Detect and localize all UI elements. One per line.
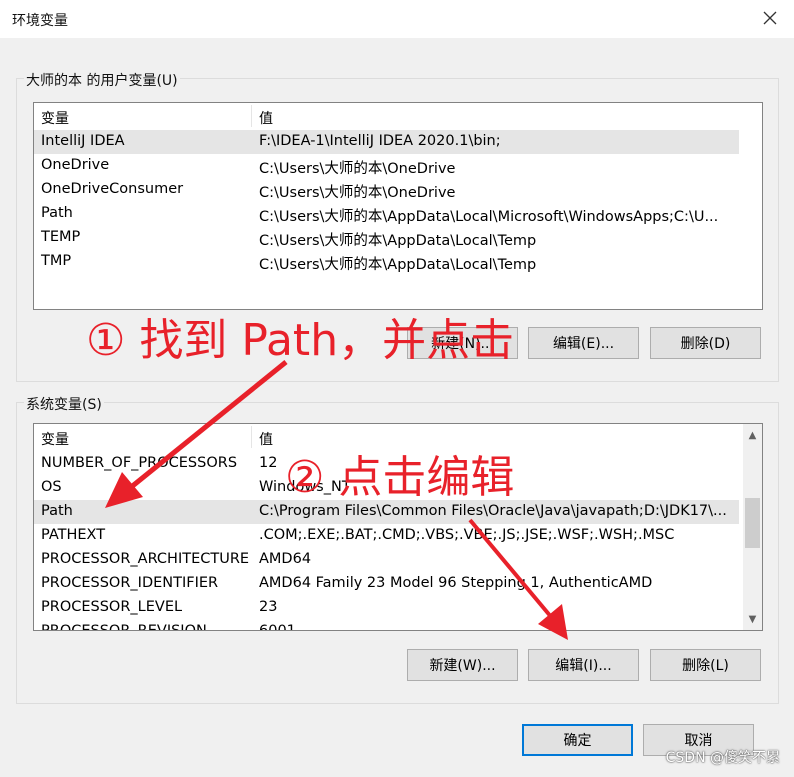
var-name: PROCESSOR_REVISION — [41, 623, 207, 631]
list-item[interactable]: PROCESSOR_IDENTIFIER AMD64 Family 23 Mod… — [34, 572, 762, 596]
var-name: Path — [41, 503, 73, 519]
system-edit-button[interactable]: 编辑(I)... — [528, 649, 639, 681]
scroll-up-icon[interactable]: ▲ — [743, 426, 762, 444]
annotation-step2: ② 点击编辑 — [285, 452, 515, 503]
vertical-scrollbar[interactable]: ▲ ▼ — [743, 424, 762, 630]
title-bar: 环境变量 — [0, 0, 794, 38]
var-value: C:\Users\大师的本\OneDrive — [259, 185, 456, 201]
var-value: .COM;.EXE;.BAT;.CMD;.VBS;.VBE;.JS;.JSE;.… — [259, 527, 675, 543]
var-name: OneDrive — [41, 157, 110, 173]
scroll-down-icon[interactable]: ▼ — [743, 610, 762, 628]
var-value: F:\IDEA-1\IntelliJ IDEA 2020.1\bin; — [259, 133, 501, 149]
var-name: PROCESSOR_IDENTIFIER — [41, 575, 219, 591]
col-header-variable[interactable]: 变量 — [41, 108, 69, 128]
var-name: PROCESSOR_ARCHITECTURE — [41, 551, 250, 567]
list-item[interactable]: Path C:\Users\大师的本\AppData\Local\Microso… — [34, 202, 762, 226]
var-value: C:\Users\大师的本\AppData\Local\Microsoft\Wi… — [259, 209, 719, 225]
col-header-value[interactable]: 值 — [259, 429, 273, 449]
list-item[interactable]: IntelliJ IDEA F:\IDEA-1\IntelliJ IDEA 20… — [34, 130, 739, 154]
user-edit-button[interactable]: 编辑(E)... — [528, 327, 639, 359]
var-name: PROCESSOR_LEVEL — [41, 599, 183, 615]
list-item[interactable]: PROCESSOR_REVISION 6001 — [34, 620, 762, 631]
list-item[interactable]: PATHEXT .COM;.EXE;.BAT;.CMD;.VBS;.VBE;.J… — [34, 524, 762, 548]
var-name: Path — [41, 205, 73, 221]
list-item[interactable]: OneDrive C:\Users\大师的本\OneDrive — [34, 154, 762, 178]
var-value: 12 — [259, 455, 278, 471]
var-value: AMD64 — [259, 551, 312, 567]
var-name: TEMP — [41, 229, 81, 245]
list-item[interactable]: PROCESSOR_LEVEL 23 — [34, 596, 762, 620]
var-name: NUMBER_OF_PROCESSORS — [41, 455, 238, 471]
list-item[interactable]: TMP C:\Users\大师的本\AppData\Local\Temp — [34, 250, 762, 274]
list-item[interactable]: OneDriveConsumer C:\Users\大师的本\OneDrive — [34, 178, 762, 202]
system-vars-label: 系统变量(S) — [24, 394, 104, 414]
window-title: 环境变量 — [12, 13, 68, 29]
user-vars-label: 大师的本 的用户变量(U) — [24, 70, 180, 90]
var-name: IntelliJ IDEA — [41, 133, 125, 149]
col-header-value[interactable]: 值 — [259, 108, 273, 128]
scroll-thumb[interactable] — [745, 498, 760, 548]
system-delete-button[interactable]: 删除(L) — [650, 649, 761, 681]
user-vars-list[interactable]: 变量 值 IntelliJ IDEA F:\IDEA-1\IntelliJ ID… — [33, 102, 763, 310]
var-name: TMP — [41, 253, 72, 269]
ok-button[interactable]: 确定 — [522, 724, 633, 756]
list-item[interactable]: TEMP C:\Users\大师的本\AppData\Local\Temp — [34, 226, 762, 250]
annotation-step1: ① 找到 Path，并点击 — [86, 315, 515, 366]
var-name: OS — [41, 479, 62, 495]
list-header: 变量 值 — [34, 103, 762, 127]
close-icon[interactable] — [760, 8, 780, 28]
var-value: C:\Users\大师的本\AppData\Local\Temp — [259, 257, 537, 273]
var-name: PATHEXT — [41, 527, 106, 543]
system-new-button[interactable]: 新建(W)... — [407, 649, 518, 681]
var-value: C:\Users\大师的本\AppData\Local\Temp — [259, 233, 537, 249]
var-value: AMD64 Family 23 Model 96 Stepping 1, Aut… — [259, 575, 653, 591]
var-value: 6001 — [259, 623, 296, 631]
var-value: C:\Users\大师的本\OneDrive — [259, 161, 456, 177]
var-value: 23 — [259, 599, 278, 615]
watermark: CSDN @傻笑不累 — [665, 750, 780, 766]
list-item[interactable]: PROCESSOR_ARCHITECTURE AMD64 — [34, 548, 762, 572]
var-name: OneDriveConsumer — [41, 181, 184, 197]
col-header-variable[interactable]: 变量 — [41, 429, 69, 449]
var-value: C:\Program Files\Common Files\Oracle\Jav… — [259, 503, 727, 519]
user-delete-button[interactable]: 删除(D) — [650, 327, 761, 359]
